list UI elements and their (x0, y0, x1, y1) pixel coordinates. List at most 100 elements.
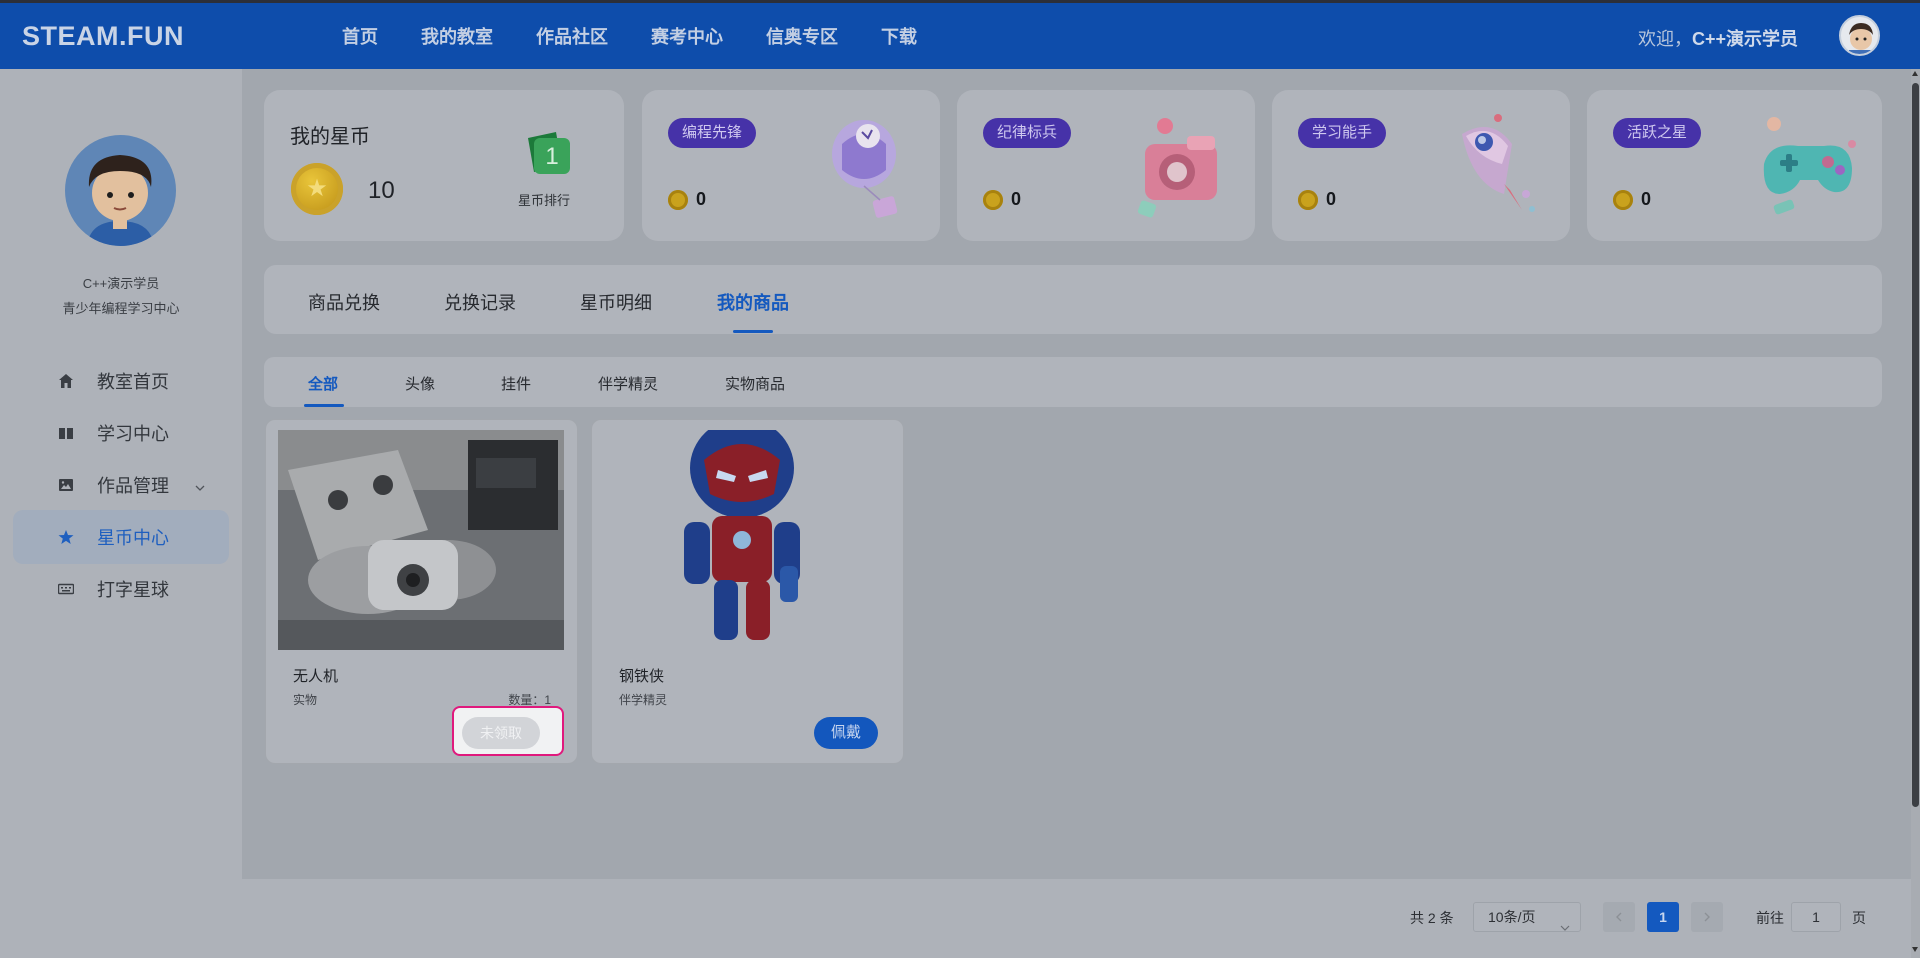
goto-page-input[interactable] (1791, 902, 1841, 932)
product-type: 伴学精灵 (619, 693, 668, 707)
stat-value: 0 (696, 189, 707, 209)
product-card-drone[interactable]: 无人机 实物 数量：1 未领取 (265, 419, 578, 764)
nav-download[interactable]: 下载 (881, 23, 917, 49)
student-avatar-icon (87, 155, 154, 246)
tab-coin-details[interactable]: 星币明细 (580, 289, 652, 315)
main-tabs: 商品兑换 兑换记录 星币明细 我的商品 (264, 265, 1882, 334)
nav-community[interactable]: 作品社区 (536, 23, 608, 49)
book-icon (57, 424, 75, 442)
active-subtab-indicator (304, 404, 344, 407)
subtab-avatar[interactable]: 头像 (405, 373, 435, 394)
stat-card-coding-pioneer: 编程先锋 0 (642, 90, 940, 241)
coin-icon (1298, 190, 1318, 210)
header: STEAM.FUN 首页 我的教室 作品社区 赛考中心 信奥专区 下载 欢迎，C… (0, 3, 1920, 69)
product-type: 实物 (293, 693, 318, 707)
drone-image (278, 430, 564, 650)
profile-avatar[interactable] (65, 135, 176, 246)
header-avatar[interactable] (1839, 15, 1880, 56)
logo[interactable]: STEAM.FUN (22, 21, 184, 52)
profile-org: 青少年编程学习中心 (62, 301, 180, 316)
chevron-left-icon (1616, 912, 1622, 922)
stat-tag: 编程先锋 (668, 118, 757, 148)
nav-home[interactable]: 首页 (342, 23, 378, 49)
hot-air-balloon-icon (812, 114, 922, 224)
avatar-icon (1849, 23, 1873, 54)
prev-page-button[interactable] (1603, 902, 1635, 932)
wear-button[interactable]: 佩戴 (814, 717, 878, 749)
iron-man-image (604, 430, 890, 650)
page-size-value: 10条/页 (1488, 909, 1536, 925)
stat-tag: 活跃之星 (1613, 118, 1702, 148)
subtab-pendant[interactable]: 挂件 (501, 373, 531, 394)
sidebar-item-works[interactable]: 作品管理 (13, 458, 229, 512)
subtab-all[interactable]: 全部 (308, 373, 338, 394)
stat-value: 0 (1326, 189, 1337, 209)
sidebar-item-learning-center[interactable]: 学习中心 (13, 406, 229, 460)
rank-label[interactable]: 星币排行 (518, 190, 570, 209)
subtab-study-buddy[interactable]: 伴学精灵 (598, 373, 658, 394)
home-icon (57, 372, 75, 390)
unclaimed-button[interactable]: 未领取 (462, 717, 540, 749)
gamepad-icon (1754, 114, 1864, 224)
keyboard-icon (57, 580, 75, 598)
coin-icon (668, 190, 688, 210)
coin-icon (983, 190, 1003, 210)
coin-icon (1613, 190, 1633, 210)
page-suffix: 页 (1852, 910, 1866, 926)
nav-exam-center[interactable]: 赛考中心 (651, 23, 723, 49)
stat-value: 0 (1641, 189, 1652, 209)
camera-icon (1127, 114, 1237, 224)
stat-card-active-star: 活跃之星 0 (1587, 90, 1882, 241)
sidebar-item-label: 教室首页 (97, 372, 169, 392)
product-card-iron-man[interactable]: 钢铁侠 伴学精灵 佩戴 (591, 419, 904, 764)
tab-my-products[interactable]: 我的商品 (717, 289, 789, 315)
scrollbar-thumb[interactable] (1912, 83, 1919, 807)
stat-tag: 学习能手 (1298, 118, 1387, 148)
sidebar-item-label: 星币中心 (97, 528, 169, 548)
tab-exchange-records[interactable]: 兑换记录 (444, 289, 516, 315)
my-coins-card: 我的星币 10 1 星币排行 (264, 90, 624, 241)
rocket-icon (1442, 114, 1552, 224)
welcome-text: 欢迎，C++演示学员 (1638, 25, 1798, 51)
active-tab-indicator (733, 330, 773, 333)
header-username: C++演示学员 (1691, 29, 1798, 49)
star-icon (57, 528, 75, 546)
svg-text:1: 1 (545, 143, 558, 170)
main-nav: 首页 我的教室 作品社区 赛考中心 信奥专区 下载 (342, 3, 960, 69)
image-icon (57, 476, 75, 494)
subtab-physical-goods[interactable]: 实物商品 (725, 373, 785, 394)
chevron-down-icon (1560, 912, 1570, 940)
chevron-right-icon (1704, 912, 1710, 922)
nav-olympiad[interactable]: 信奥专区 (766, 23, 838, 49)
product-name: 钢铁侠 (619, 668, 665, 685)
page-size-select[interactable]: 10条/页 (1473, 902, 1581, 932)
welcome-prefix: 欢迎， (1637, 29, 1692, 49)
sidebar-item-typing[interactable]: 打字星球 (13, 562, 229, 616)
product-name: 无人机 (293, 668, 339, 685)
scroll-up-icon[interactable] (1912, 71, 1918, 76)
stat-value: 0 (1011, 189, 1022, 209)
page-1-button[interactable]: 1 (1647, 902, 1679, 932)
nav-my-classroom[interactable]: 我的教室 (421, 23, 493, 49)
tab-product-exchange[interactable]: 商品兑换 (308, 289, 380, 315)
sidebar-item-label: 学习中心 (97, 424, 169, 444)
my-coins-title: 我的星币 (290, 126, 370, 148)
category-tabs: 全部 头像 挂件 伴学精灵 实物商品 (264, 357, 1882, 407)
stat-tag: 纪律标兵 (983, 118, 1072, 148)
sidebar-item-classroom-home[interactable]: 教室首页 (13, 354, 229, 408)
coin-icon (291, 163, 343, 215)
sidebar: C++演示学员 青少年编程学习中心 教室首页 学习中心 作品管理 星币中心 打字… (0, 69, 242, 958)
sidebar-item-label: 作品管理 (97, 476, 169, 496)
stat-card-study-master: 学习能手 0 (1272, 90, 1570, 241)
my-coins-value: 10 (368, 177, 395, 204)
goto-label: 前往 (1756, 910, 1784, 926)
next-page-button[interactable] (1691, 902, 1723, 932)
scrollbar[interactable] (1911, 69, 1920, 958)
pagination-total: 共 2 条 (1410, 910, 1454, 926)
rank-badge-icon[interactable]: 1 (522, 130, 574, 180)
sidebar-item-star-coins[interactable]: 星币中心 (13, 510, 229, 564)
scroll-down-icon[interactable] (1912, 947, 1918, 952)
stat-card-discipline-model: 纪律标兵 0 (957, 90, 1255, 241)
profile-name: C++演示学员 (82, 276, 160, 291)
chevron-down-icon (195, 478, 205, 496)
